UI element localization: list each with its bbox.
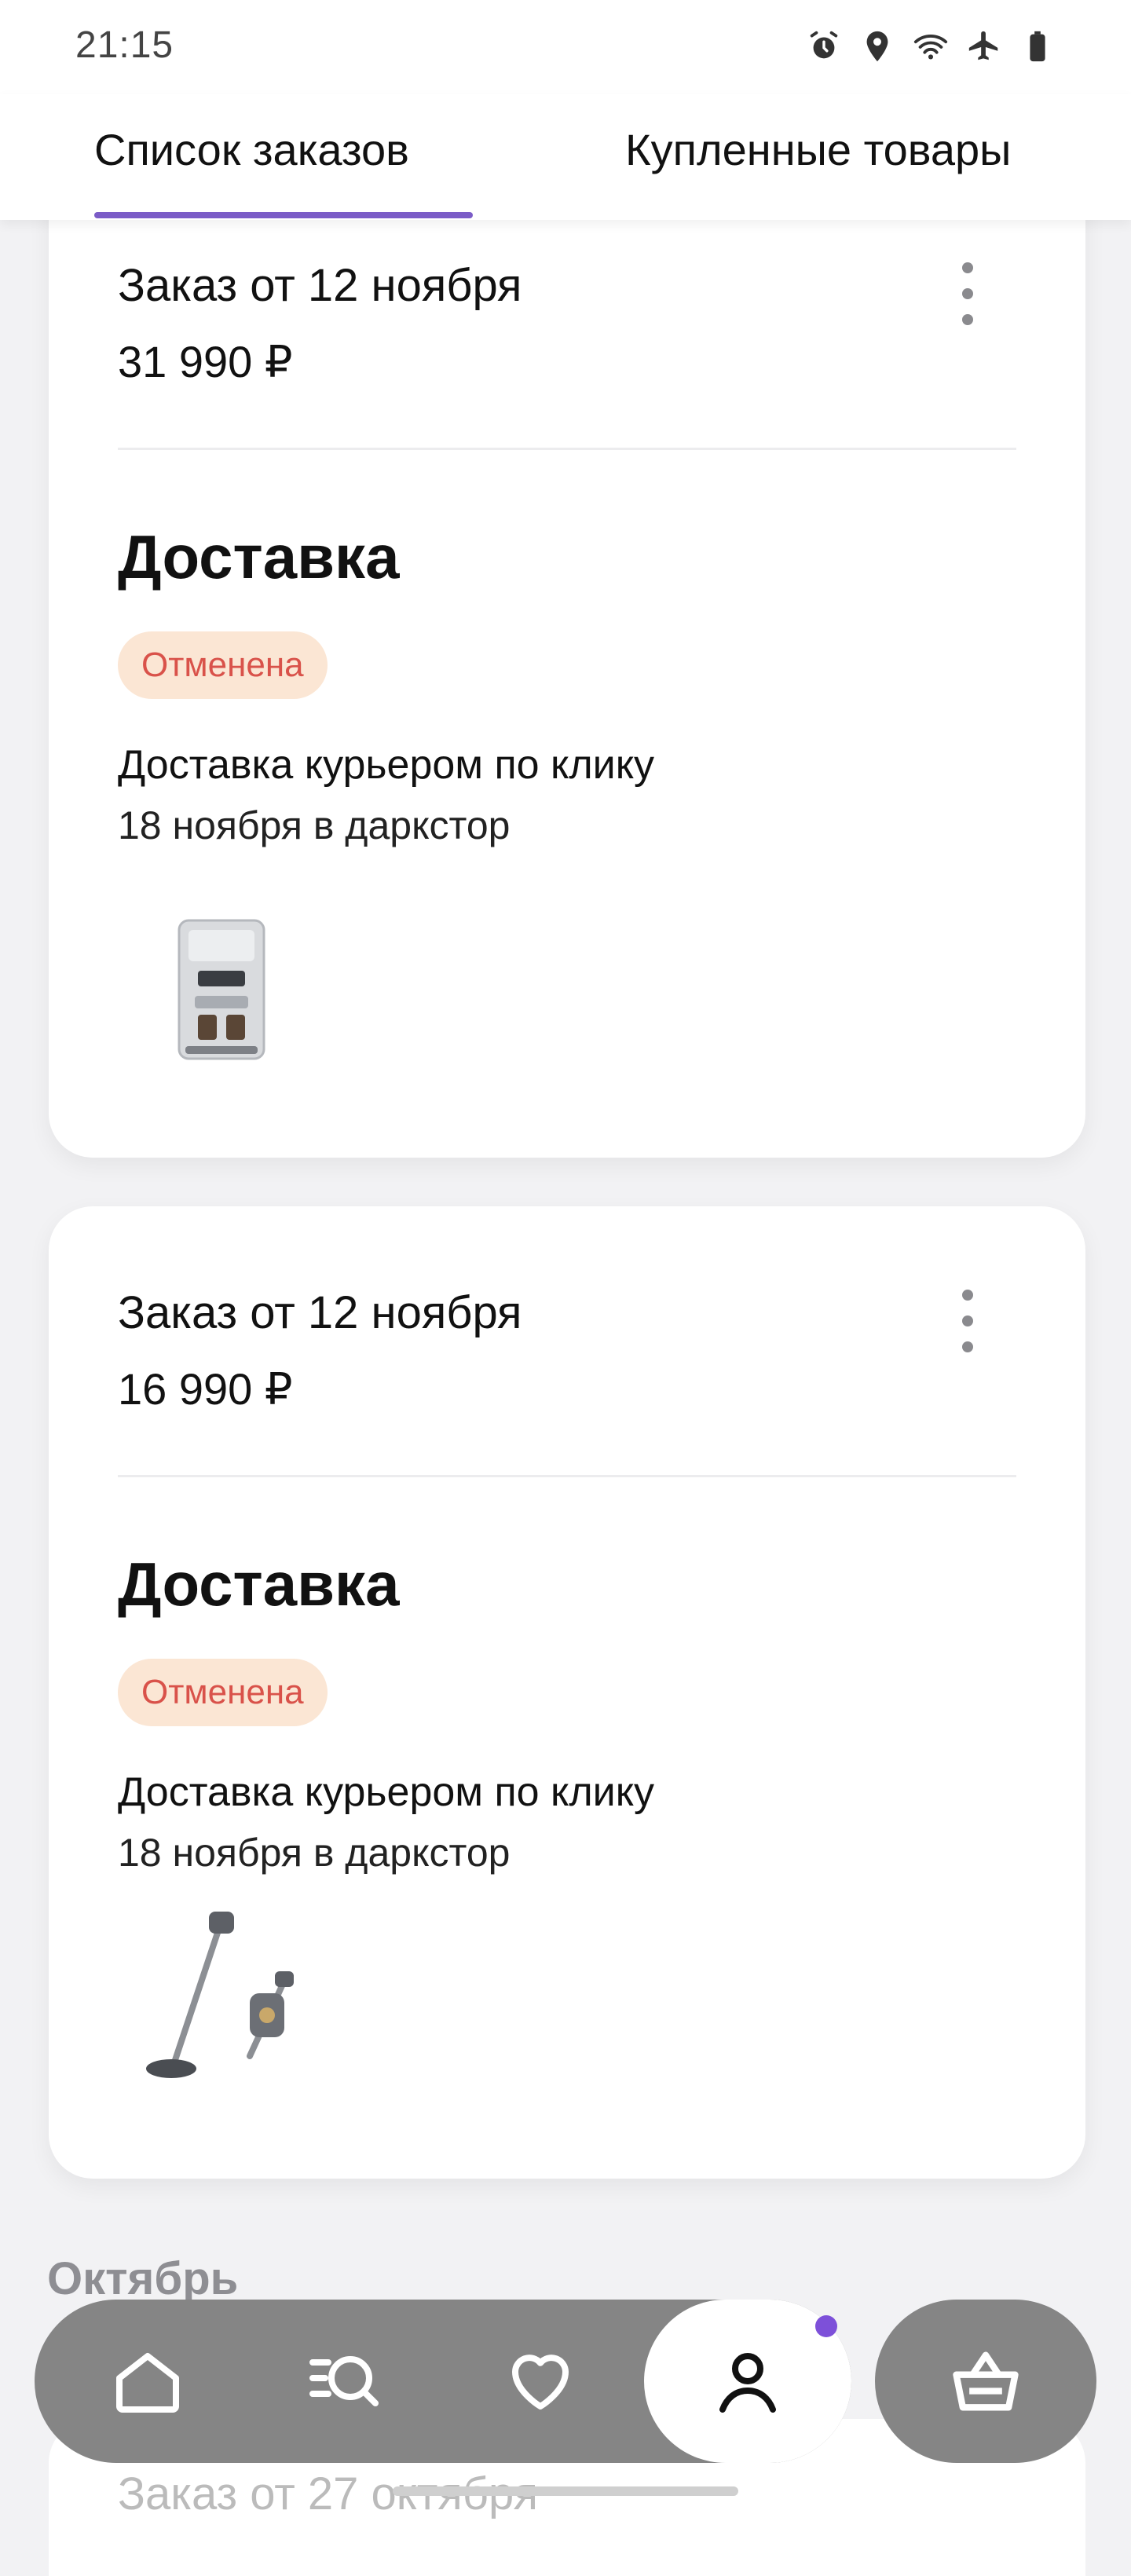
nav-catalog-search[interactable] bbox=[294, 2331, 394, 2431]
delivery-method: Доставка курьером по клику bbox=[118, 1769, 655, 1815]
home-icon bbox=[116, 2353, 179, 2413]
status-time: 21:15 bbox=[75, 24, 174, 66]
airplane-icon bbox=[968, 31, 998, 60]
active-tab-indicator bbox=[94, 212, 473, 218]
basket-icon bbox=[953, 2351, 1019, 2411]
delivery-date: 18 ноября в даркстор bbox=[118, 1831, 511, 1875]
nav-favorites[interactable] bbox=[490, 2331, 591, 2431]
wifi-icon bbox=[913, 35, 948, 60]
more-options-button[interactable] bbox=[952, 1290, 983, 1352]
battery-icon bbox=[1030, 31, 1045, 62]
bottom-navigation bbox=[35, 2300, 851, 2463]
tabs-header: Список заказов Купленные товары bbox=[0, 94, 1131, 220]
more-options-button[interactable] bbox=[952, 262, 983, 325]
notification-dot bbox=[815, 2315, 837, 2337]
delivery-heading: Доставка bbox=[118, 522, 400, 591]
divider bbox=[118, 1475, 1016, 1477]
status-bar: 21:15 bbox=[0, 0, 1131, 94]
catalog-search-icon bbox=[309, 2356, 379, 2406]
delivery-heading: Доставка bbox=[118, 1550, 400, 1619]
order-price: 16 990 ₽ bbox=[118, 1364, 293, 1414]
status-badge: Отменена bbox=[118, 1659, 328, 1726]
location-icon bbox=[866, 31, 888, 62]
profile-icon bbox=[719, 2353, 776, 2413]
vacuum-cleaner-icon[interactable] bbox=[127, 1905, 316, 2094]
divider bbox=[118, 448, 1016, 450]
tab-orders-list[interactable]: Список заказов bbox=[94, 124, 409, 175]
status-icons bbox=[806, 28, 1056, 64]
status-badge: Отменена bbox=[118, 631, 328, 699]
delivery-date: 18 ноября в даркстор bbox=[118, 803, 511, 847]
order-card[interactable]: Заказ от 12 ноября 16 990 ₽ Доставка Отм… bbox=[49, 1206, 1085, 2179]
delivery-method: Доставка курьером по клику bbox=[118, 742, 655, 788]
order-price: 31 990 ₽ bbox=[118, 337, 293, 386]
month-section-label: Октябрь bbox=[47, 2253, 239, 2304]
coffee-machine-icon[interactable] bbox=[167, 911, 276, 1068]
alarm-icon bbox=[810, 31, 838, 59]
cart-button[interactable] bbox=[875, 2300, 1096, 2463]
tab-purchased-items[interactable]: Купленные товары bbox=[625, 124, 1011, 175]
heart-icon bbox=[512, 2355, 569, 2410]
order-title: Заказ от 12 ноября bbox=[118, 1287, 522, 1338]
order-title: Заказ от 12 ноября bbox=[118, 260, 522, 311]
order-card[interactable]: Заказ от 12 ноября 31 990 ₽ Доставка Отм… bbox=[49, 157, 1085, 1158]
nav-home[interactable] bbox=[97, 2331, 198, 2431]
home-indicator bbox=[393, 2486, 738, 2496]
